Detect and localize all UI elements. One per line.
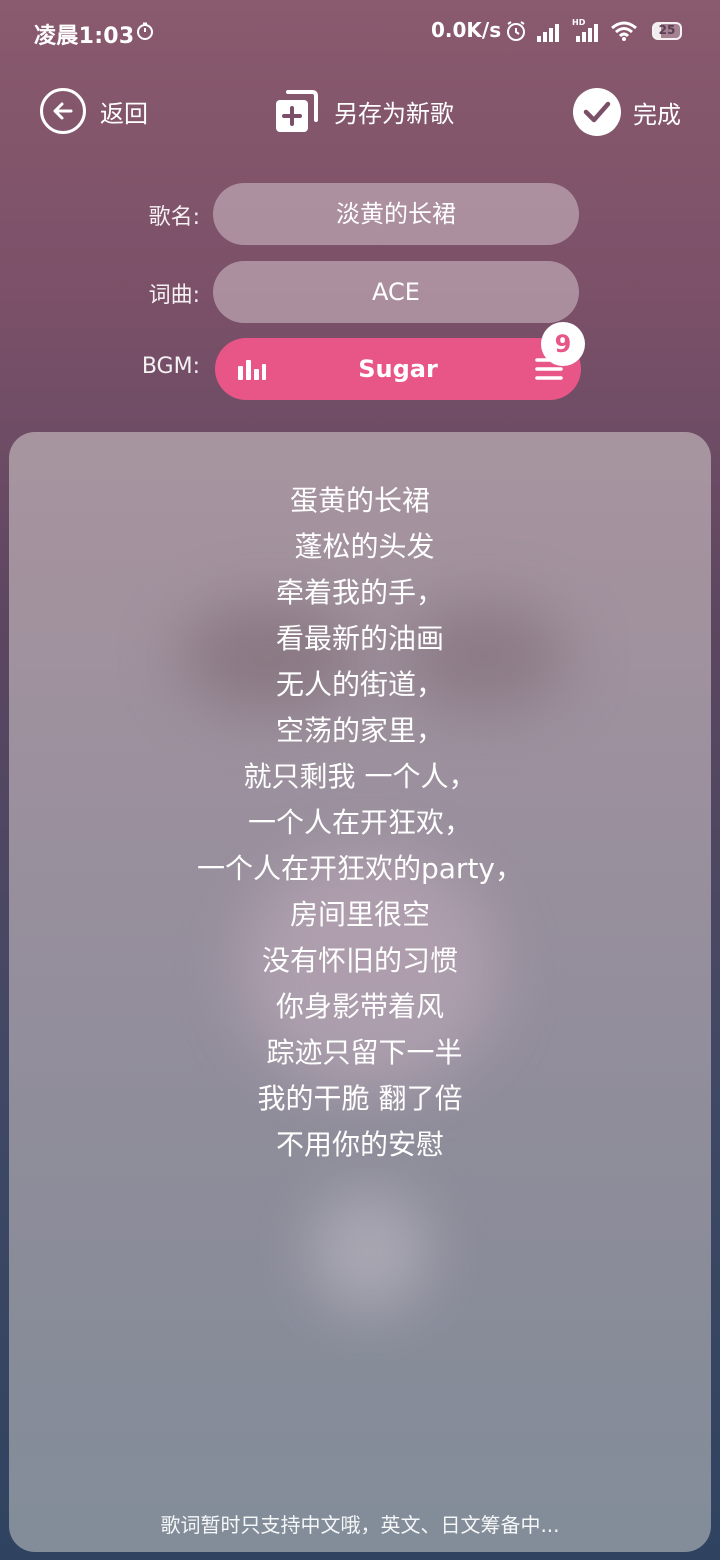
signal-icon xyxy=(537,24,559,42)
lyric-line: 空荡的家里， xyxy=(275,714,444,747)
bgm-count-badge: 9 xyxy=(541,322,585,366)
alarm-icon xyxy=(507,21,525,41)
lyric-line: 房间里很空 xyxy=(289,898,430,931)
lyric-line: 蛋黄的长裙 xyxy=(289,484,430,517)
back-label: 返回 xyxy=(100,99,148,128)
back-arrow-icon xyxy=(40,88,86,134)
save-as-new-song-button[interactable]: 另存为新歌 xyxy=(274,88,454,134)
lyric-line: 就只剩我 一个人， xyxy=(243,760,477,793)
song-name-row: 歌名: 淡黄的长裙 xyxy=(0,183,720,245)
add-copy-icon xyxy=(276,90,318,132)
status-time: 凌晨1:03 xyxy=(34,24,135,49)
lyric-line: 踪迹只留下一半 xyxy=(257,1036,463,1069)
bgm-row: BGM: Sugar 9 xyxy=(0,322,720,400)
language-support-note: 歌词暂时只支持中文哦，英文、日文筹备中... xyxy=(160,1513,560,1537)
stopwatch-icon xyxy=(137,22,153,40)
lyric-line: 一个人在开狂欢的party， xyxy=(197,852,523,885)
battery-level: 25 xyxy=(658,23,676,37)
bgm-selector[interactable]: Sugar 9 xyxy=(215,322,585,400)
check-icon xyxy=(573,88,621,136)
network-speed: 0.0K/s xyxy=(431,18,502,42)
bgm-name: Sugar xyxy=(358,355,438,383)
lyrics-text: 蛋黄的长裙 蓬松的头发牵着我的手， 看最新的油画 无人的街道， 空荡的家里， 就只剩我 … xyxy=(9,478,711,1168)
battery-icon: 25 xyxy=(652,22,682,40)
bgm-label: BGM: xyxy=(141,354,200,379)
done-button[interactable]: 完成 xyxy=(573,88,681,136)
lyric-line: 我的干脆 翻了倍 xyxy=(257,1082,463,1115)
lyric-line: 你身影带着风 xyxy=(275,990,444,1023)
lyric-line: 看最新的油画 xyxy=(275,622,444,655)
lyrics-editor[interactable]: 蛋黄的长裙 蓬松的头发牵着我的手， 看最新的油画 无人的街道， 空荡的家里， 就只剩我 … xyxy=(9,432,711,1552)
lyric-line: 不用你的安慰 xyxy=(275,1128,444,1161)
song-name-label: 歌名: xyxy=(148,205,200,230)
lyric-line: 一个人在开狂欢， xyxy=(247,806,472,839)
back-button[interactable]: 返回 xyxy=(40,88,148,134)
background-blur xyxy=(309,1192,429,1312)
toolbar: 返回 另存为新歌 完成 xyxy=(0,80,720,144)
save-as-label: 另存为新歌 xyxy=(334,99,454,128)
lyric-line: 没有怀旧的习惯 xyxy=(261,944,458,977)
lyricist-label: 词曲: xyxy=(148,283,200,308)
lyricist-input[interactable]: ACE xyxy=(213,261,579,323)
status-bar: 凌晨1:03 0.0K/s HD 25 xyxy=(0,0,720,64)
done-label: 完成 xyxy=(633,100,681,129)
lyric-line: 牵着我的手， xyxy=(275,576,444,609)
song-name-input[interactable]: 淡黄的长裙 xyxy=(213,183,579,245)
wifi-icon xyxy=(611,21,637,41)
lyric-line: 无人的街道， xyxy=(275,668,444,701)
signal-hd-icon xyxy=(576,24,598,42)
lyric-line: 蓬松的头发 xyxy=(285,530,435,563)
lyricist-row: 词曲: ACE xyxy=(0,261,720,323)
